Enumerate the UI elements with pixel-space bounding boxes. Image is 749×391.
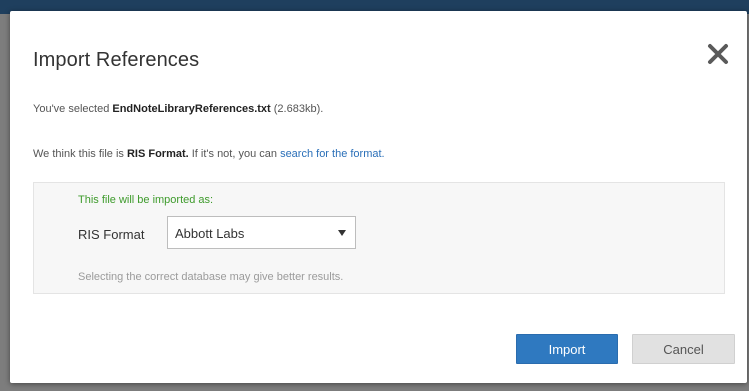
close-icon <box>708 44 728 64</box>
selected-prefix: You've selected <box>33 103 113 115</box>
detect-prefix: We think this file is <box>33 148 127 160</box>
import-references-dialog: Import References You've selected EndNot… <box>10 11 747 383</box>
format-label: RIS Format <box>78 227 145 242</box>
import-format-panel: This file will be imported as: RIS Forma… <box>33 182 725 294</box>
database-select[interactable]: Abbott Labs <box>167 216 356 249</box>
database-hint: Selecting the correct database may give … <box>78 271 344 283</box>
selected-file-text: You've selected EndNoteLibraryReferences… <box>33 103 323 115</box>
search-format-link[interactable]: search for the format. <box>280 148 385 160</box>
import-button[interactable]: Import <box>516 334 618 364</box>
dialog-title: Import References <box>33 49 200 71</box>
chevron-down-icon <box>338 230 346 236</box>
selected-file-name: EndNoteLibraryReferences.txt <box>112 103 271 115</box>
database-select-value: Abbott Labs <box>175 226 245 241</box>
detected-format-text: We think this file is RIS Format. If it'… <box>33 148 385 160</box>
detect-middle: If it's not, you can <box>188 148 281 160</box>
imported-as-label: This file will be imported as: <box>78 194 214 206</box>
selected-file-size: (2.683kb). <box>270 103 324 115</box>
cancel-button[interactable]: Cancel <box>632 334 735 364</box>
detected-format: RIS Format. <box>126 148 189 160</box>
close-button[interactable] <box>705 41 731 67</box>
